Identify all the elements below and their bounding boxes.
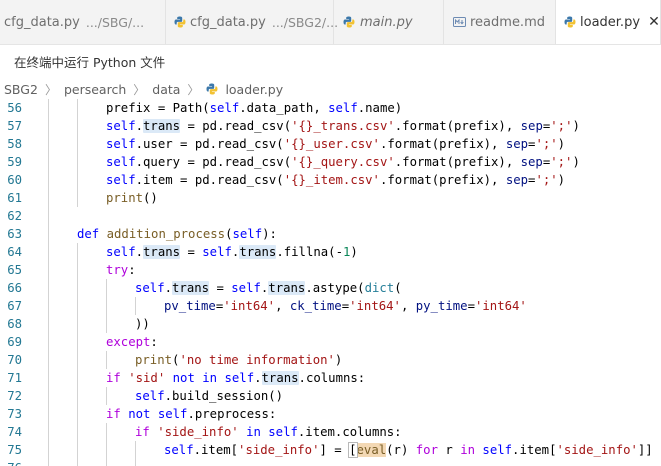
code-line: 64 self.trans = self.trans.fillna(-1) [0, 243, 661, 261]
code-line: 72 self.build_session() [0, 387, 661, 405]
tab-label: loader.py [580, 14, 641, 30]
tab-readme-md[interactable]: readme.md [444, 0, 556, 44]
chevron-right-icon: 〉 [44, 82, 57, 97]
line-number: 69 [7, 335, 22, 349]
line-number: 62 [7, 209, 22, 223]
line-number: 73 [7, 407, 22, 421]
line-number: 72 [7, 389, 22, 403]
breadcrumb-item-persearch[interactable]: persearch [64, 82, 126, 97]
code-line: 66 self.trans = self.trans.astype(dict( [0, 279, 661, 297]
code-text[interactable]: except: [106, 333, 158, 351]
code-text[interactable]: self.build_session() [135, 387, 283, 405]
python-icon [174, 15, 186, 29]
line-number: 67 [7, 299, 22, 313]
code-line: 56 prefix = Path(self.data_path, self.na… [0, 99, 661, 117]
code-text[interactable]: self.item['side_info'] = [eval(r) for r … [164, 441, 653, 459]
python-icon [206, 82, 220, 96]
python-icon [342, 15, 356, 29]
code-text[interactable]: print('no time information') [135, 351, 342, 369]
line-number: 65 [7, 263, 22, 277]
tab-loader-py[interactable]: loader.py ✕ [556, 0, 661, 44]
code-text[interactable]: if not self.preprocess: [106, 405, 276, 423]
breadcrumb-item-loader-py[interactable]: loader.py [225, 82, 283, 97]
code-line: 62 [0, 207, 661, 225]
line-number: 63 [7, 227, 22, 241]
code-line: 68 )) [0, 315, 661, 333]
code-text[interactable]: pv_time='int64', ck_time='int64', py_tim… [164, 297, 527, 315]
line-number: 58 [7, 137, 22, 151]
code-editor[interactable]: 56 prefix = Path(self.data_path, self.na… [0, 99, 661, 466]
code-text[interactable]: def addition_process(self): [77, 225, 277, 243]
run-in-terminal-hint[interactable]: 在终端中运行 Python 文件 [0, 44, 661, 78]
code-text[interactable]: prefix = Path(self.data_path, self.name) [106, 99, 402, 117]
code-text[interactable]: self.item = pd.read_csv('{}_item.csv'.fo… [106, 171, 565, 189]
breadcrumb-item-data[interactable]: data [152, 82, 180, 97]
chevron-right-icon: 〉 [133, 82, 146, 97]
code-text[interactable]: self.trans = self.trans.fillna(-1) [106, 243, 358, 261]
code-line: 71 if 'sid' not in self.trans.columns: [0, 369, 661, 387]
line-number: 60 [7, 173, 22, 187]
editor-tab-bar: cfg_data.py .../SBG/... cfg_data.py .../… [0, 0, 661, 45]
tab-label: readme.md [470, 14, 545, 30]
code-text[interactable]: self.trans = pd.read_csv('{}_trans.csv'.… [106, 117, 580, 135]
python-icon [564, 15, 576, 29]
code-line: 73 if not self.preprocess: [0, 405, 661, 423]
breadcrumb-item-sbg2[interactable]: SBG2 [4, 82, 38, 97]
tab-label: main.py [360, 14, 413, 30]
code-line: 67 pv_time='int64', ck_time='int64', py_… [0, 297, 661, 315]
code-line: 75 self.item['side_info'] = [eval(r) for… [0, 441, 661, 459]
code-line: 76 [0, 459, 661, 466]
code-line: 60 self.item = pd.read_csv('{}_item.csv'… [0, 171, 661, 189]
line-number: 59 [7, 155, 22, 169]
code-line: 69 except: [0, 333, 661, 351]
line-number: 61 [7, 191, 22, 205]
line-number: 70 [7, 353, 22, 367]
line-number: 71 [7, 371, 22, 385]
line-number: 75 [7, 443, 22, 457]
line-number: 57 [7, 119, 22, 133]
tab-label: cfg_data.py [190, 14, 266, 30]
line-number: 68 [7, 317, 22, 331]
tab-path: .../SBG/... [85, 14, 145, 30]
tab-label: cfg_data.py [4, 14, 80, 30]
code-text[interactable]: if 'side_info' in self.item.columns: [135, 423, 402, 441]
chevron-right-icon: 〉 [187, 82, 200, 97]
code-line: 59 self.query = pd.read_csv('{}_query.cs… [0, 153, 661, 171]
tab-cfg-data-sbg2[interactable]: cfg_data.py .../SBG2/... [166, 0, 338, 44]
code-text[interactable]: try: [106, 261, 136, 279]
code-line: 61 print() [0, 189, 661, 207]
line-number: 66 [7, 281, 22, 295]
code-line: 70 print('no time information') [0, 351, 661, 369]
code-text[interactable]: self.trans = self.trans.astype(dict( [135, 279, 402, 297]
code-text[interactable]: if 'sid' not in self.trans.columns: [106, 369, 365, 387]
code-text[interactable]: print() [106, 189, 158, 207]
code-text[interactable]: )) [135, 315, 150, 333]
close-icon[interactable]: ✕ [648, 14, 660, 30]
tab-main-py[interactable]: main.py [334, 0, 444, 44]
breadcrumb: SBG2 〉 persearch 〉 data 〉 loader.py [0, 78, 661, 100]
code-line: 57 self.trans = pd.read_csv('{}_trans.cs… [0, 117, 661, 135]
line-number: 76 [0, 459, 22, 466]
line-number: 56 [7, 101, 22, 115]
code-line: 74 if 'side_info' in self.item.columns: [0, 423, 661, 441]
line-number: 64 [7, 245, 22, 259]
line-number: 74 [7, 425, 22, 439]
markdown-icon [452, 15, 466, 29]
code-line: 63 def addition_process(self): [0, 225, 661, 243]
code-line: 58 self.user = pd.read_csv('{}_user.csv'… [0, 135, 661, 153]
code-text[interactable]: self.user = pd.read_csv('{}_user.csv'.fo… [106, 135, 565, 153]
tab-cfg-data-sbg[interactable]: cfg_data.py .../SBG/... [0, 0, 166, 44]
tab-path: .../SBG2/... [271, 14, 339, 30]
code-text[interactable]: self.query = pd.read_csv('{}_query.csv'.… [106, 153, 580, 171]
code-line: 65 try: [0, 261, 661, 279]
